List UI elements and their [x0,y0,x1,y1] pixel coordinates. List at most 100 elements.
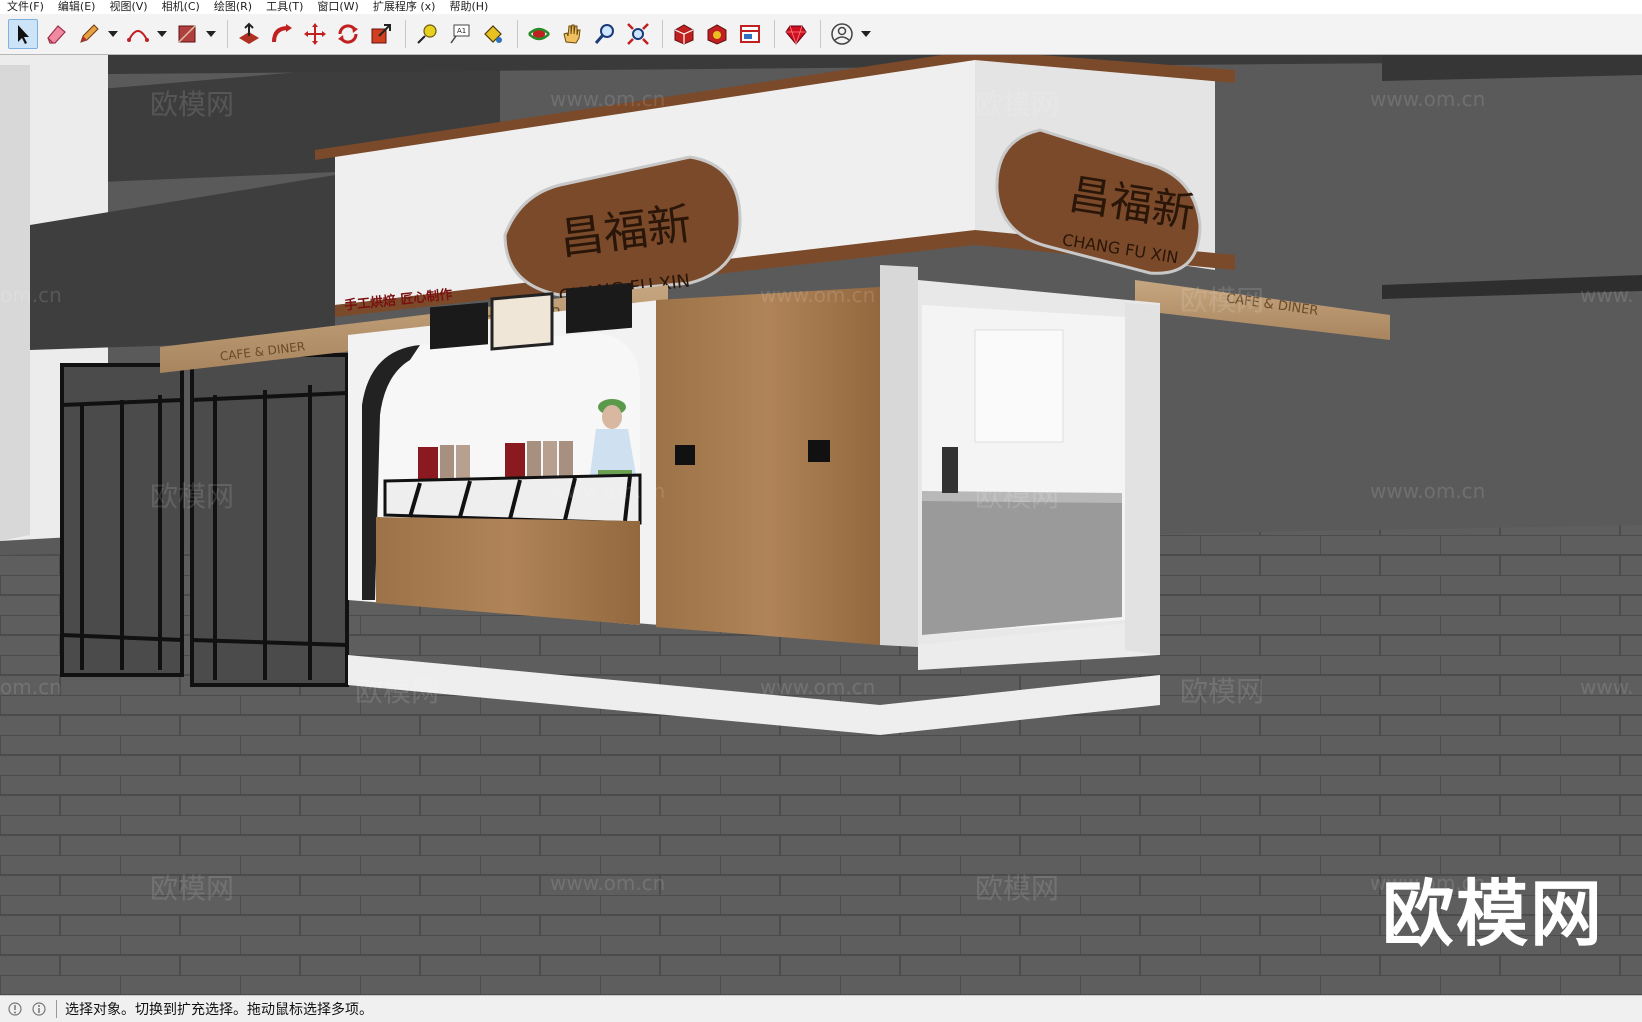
3d-warehouse-button[interactable] [669,19,699,49]
eraser-tool-button[interactable] [41,19,71,49]
arc-tool-button[interactable] [123,19,153,49]
layout-icon [740,25,760,43]
arc-dropdown[interactable] [156,19,168,49]
rotate-icon [338,24,358,44]
account-icon [831,23,853,45]
watermark-cn: 欧模网 [975,872,1060,905]
watermark-url: www.om.cn [550,871,666,895]
menu-edit[interactable]: 编辑(E) [51,0,103,14]
menu-draw[interactable]: 绘图(R) [207,0,259,14]
status-bar: 选择对象。切换到扩充选择。拖动鼠标选择多项。 [0,995,1642,1022]
watermark-cn: 欧模网 [1180,284,1265,317]
big-watermark-logo: 欧模网 [1382,872,1605,956]
wood-panel [656,287,880,645]
watermark-url: www.om.cn [760,675,876,699]
text-tool-button[interactable]: A1 [445,19,475,49]
watermark-url-partial: www. [1580,283,1634,307]
watermark-url-partial: om.cn [0,283,62,307]
zoom-tool-button[interactable] [590,19,620,49]
menu-bar: 文件(F) 编辑(E) 视图(V) 相机(C) 绘图(R) 工具(T) 窗口(W… [0,0,1642,14]
zoom-extents-tool-button[interactable] [623,19,653,49]
menu-tools[interactable]: 工具(T) [259,0,310,14]
pencil-icon [80,24,99,43]
vent-1 [675,445,695,465]
menu-extensions[interactable]: 扩展程序 (x) [366,0,443,14]
menu-view[interactable]: 视图(V) [102,0,154,14]
watermark-url: www.om.cn [550,479,666,503]
svg-text:A1: A1 [457,27,466,35]
layout-button[interactable] [735,19,765,49]
main-toolbar: A1 [0,14,1642,55]
chevron-down-icon [206,31,216,37]
watermark-cn: 欧模网 [150,480,235,513]
follow-me-icon [272,24,292,43]
chevron-down-icon [861,31,871,37]
zoom-extents-icon [627,23,649,45]
toolbar-separator [517,20,518,48]
watermark-cn: 欧模网 [150,88,235,121]
move-tool-button[interactable] [300,19,330,49]
pencil-dropdown[interactable] [107,19,119,49]
chevron-down-icon [157,31,167,37]
chevron-down-icon [108,31,118,37]
menu-screen-2 [490,292,554,351]
toolbar-separator [774,20,775,48]
pan-icon [563,24,581,44]
menu-window[interactable]: 窗口(W) [310,0,365,14]
menu-file[interactable]: 文件(F) [0,0,51,14]
watermark-url: www.om.cn [1370,479,1486,503]
orbit-tool-button[interactable] [524,19,554,49]
pan-tool-button[interactable] [557,19,587,49]
rotate-tool-button[interactable] [333,19,363,49]
watermark-cn: 欧模网 [1180,675,1265,708]
shape-icon [178,25,196,43]
coffee-machine [942,447,958,493]
status-separator [56,1000,57,1018]
menu-help[interactable]: 帮助(H) [442,0,495,14]
watermark-url: www.om.cn [1370,87,1486,111]
follow-me-tool-button[interactable] [267,19,297,49]
geolocation-icon[interactable] [6,1000,24,1018]
watermark-url: www.om.cn [760,283,876,307]
select-icon [18,25,29,44]
corner-column [880,265,918,647]
move-icon [304,23,326,45]
arc-icon [127,30,149,42]
ruby-console-button[interactable] [781,19,811,49]
status-message: 选择对象。切换到扩充选择。拖动鼠标选择多项。 [65,1002,373,1018]
extension-warehouse-button[interactable] [702,19,732,49]
paint-bucket-icon [484,25,502,43]
push-pull-tool-button[interactable] [234,19,264,49]
wall-cabinet [974,329,1064,443]
right-bay-post [1125,303,1160,655]
tape-measure-tool-button[interactable] [412,19,442,49]
watermark-cn: 欧模网 [975,480,1060,513]
menu-camera[interactable]: 相机(C) [155,0,207,14]
glass-doors [60,353,349,687]
account-button[interactable] [827,19,857,49]
watermark-url-partial: om.cn [0,675,62,699]
shape-dropdown[interactable] [205,19,217,49]
push-pull-icon [239,22,259,44]
zoom-icon [594,24,614,44]
vent-2 [808,440,830,462]
menu-screen-3 [566,282,632,334]
toolbar-separator [227,20,228,48]
watermark-cn: 欧模网 [975,88,1060,121]
toolbar-separator [820,20,821,48]
pencil-tool-button[interactable] [74,19,104,49]
paint-bucket-tool-button[interactable] [478,19,508,49]
account-dropdown[interactable] [860,19,872,49]
text-icon: A1 [450,24,470,44]
scene-render: 昌福新 CHANG FU XIN 昌福新 CHANG FU XIN 手工烘焙 匠… [0,55,1642,995]
shape-tool-button[interactable] [172,19,202,49]
toolbar-separator [405,20,406,48]
orbit-icon [528,27,550,41]
extension-warehouse-icon [707,24,727,45]
toolbar-separator [662,20,663,48]
select-tool-button[interactable] [8,19,38,49]
watermark-cn: 欧模网 [355,675,440,708]
model-viewport[interactable]: 昌福新 CHANG FU XIN 昌福新 CHANG FU XIN 手工烘焙 匠… [0,55,1642,995]
info-icon[interactable] [30,1000,48,1018]
scale-tool-button[interactable] [366,19,396,49]
